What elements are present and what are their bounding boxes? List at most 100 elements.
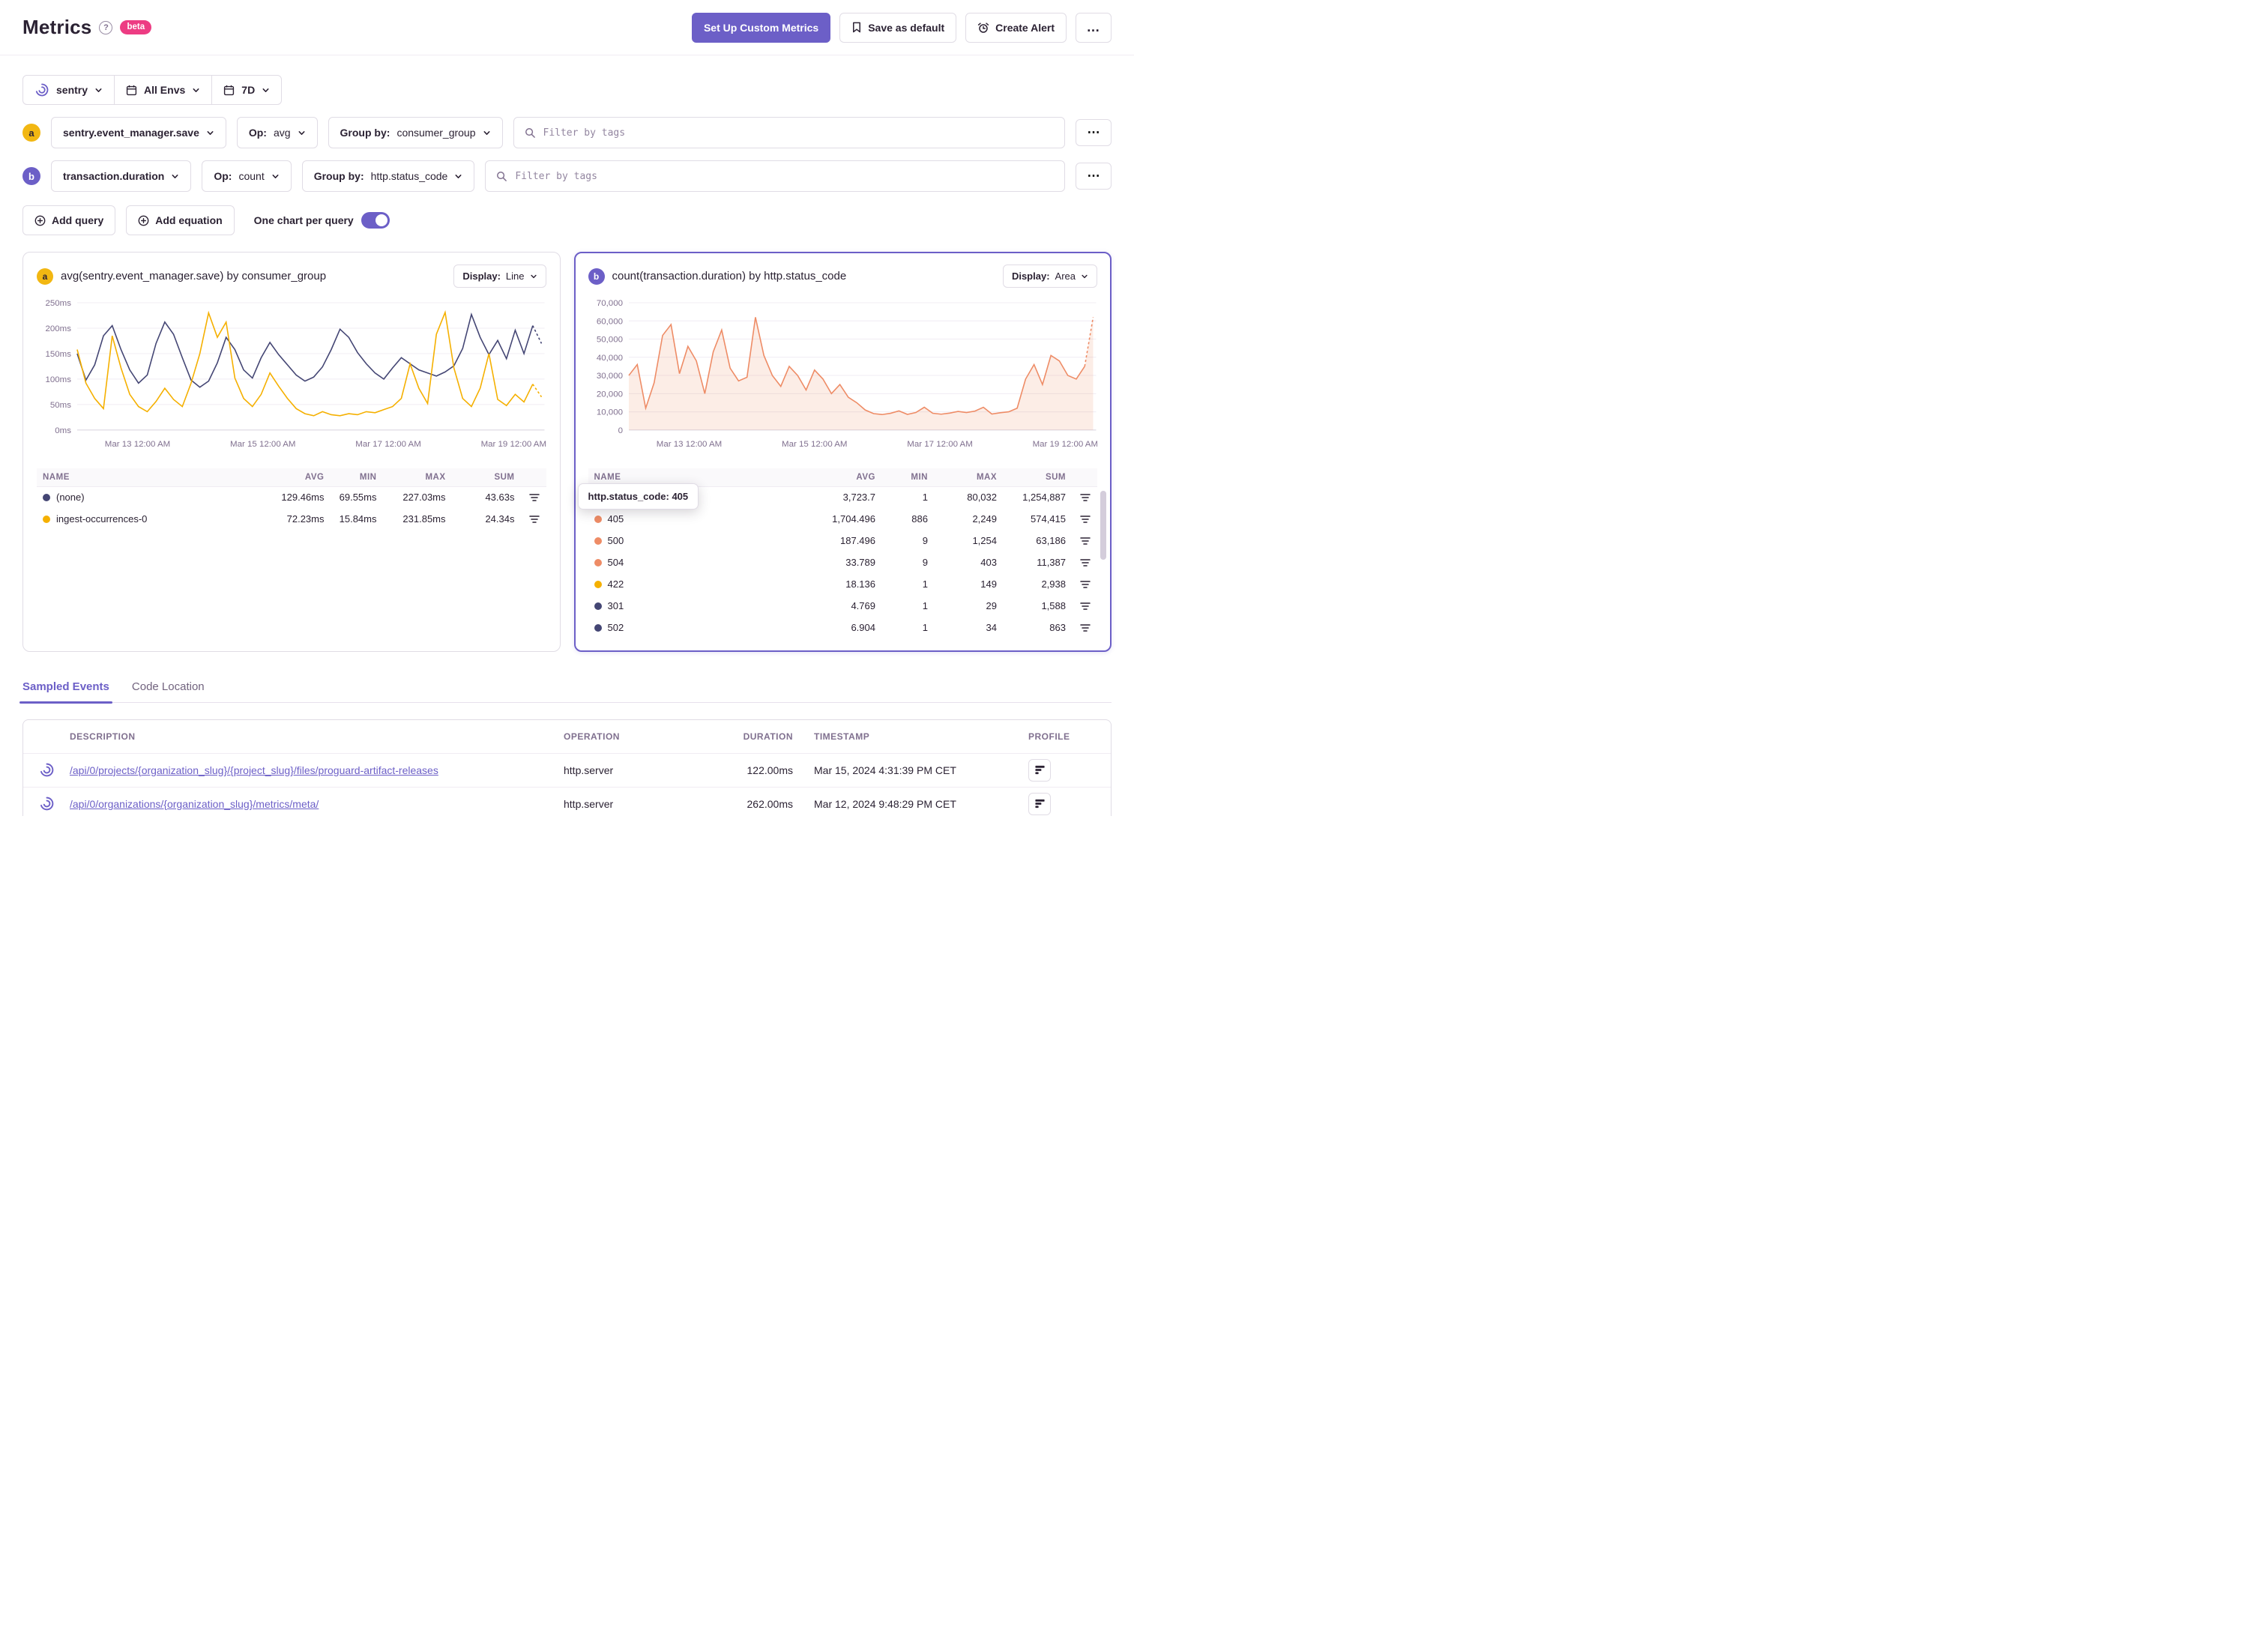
chevron-down-icon [171,172,179,181]
svg-text:Mar 13 12:00 AM: Mar 13 12:00 AM [656,440,721,449]
series-color-dot [594,623,602,632]
svg-text:0: 0 [618,426,622,435]
groupby-selector-b[interactable]: Group by: http.status_code [301,160,475,192]
query-badge-a: a [22,124,40,142]
series-avg: 6.904 [851,622,875,634]
display-selector-a[interactable]: Display: Line [453,265,546,288]
series-name: (none) [43,492,242,503]
metric-selector-a[interactable]: sentry.event_manager.save [51,117,226,148]
environment-selector[interactable]: All Envs [114,76,211,104]
series-sum: 63,186 [1036,535,1066,547]
help-icon[interactable]: ? [99,20,113,34]
svg-text:Mar 13 12:00 AM: Mar 13 12:00 AM [105,440,170,449]
query-more-button-a[interactable]: ⋯ [1076,119,1112,146]
series-max: 227.03ms [402,492,446,504]
sentry-logo-icon [40,797,53,811]
profile-button[interactable] [1028,792,1051,815]
row-options-icon[interactable] [528,492,540,504]
page-header: Metrics ? beta Set Up Custom Metrics Sav… [0,0,1134,55]
sampled-events-table: DESCRIPTION OPERATION DURATION TIMESTAMP… [22,719,1112,816]
add-equation-button[interactable]: Add equation [126,205,235,235]
query-more-button-b[interactable]: ⋯ [1076,163,1112,190]
series-row[interactable]: 502 6.904 1 34 863 [588,617,1098,639]
svg-text:Mar 19 12:00 AM: Mar 19 12:00 AM [481,440,546,449]
chevron-down-icon [483,129,491,137]
add-query-button[interactable]: Add query [22,205,116,235]
event-duration: 262.00ms [747,797,793,810]
table-scrollbar[interactable] [1100,490,1106,560]
series-row[interactable]: 422 18.136 1 149 2,938 [588,574,1098,596]
svg-text:0ms: 0ms [55,426,71,435]
metrics-page: Metrics ? beta Set Up Custom Metrics Sav… [0,0,1134,816]
series-row[interactable]: ingest-occurrences-0 72.23ms 15.84ms 231.85… [37,509,546,531]
area-chart-b[interactable]: 0 10,000 20,000 30,000 40,000 50,000 60,000 70,… [588,295,1097,459]
op-selector-b[interactable]: Op: count [202,160,292,192]
event-row[interactable]: /api/0/organizations/{organization_slug}… [23,786,1111,816]
event-row[interactable]: /api/0/projects/{organization_slug}/{pro… [23,752,1111,787]
page-title: Metrics [22,16,92,38]
row-options-icon[interactable] [1079,492,1091,504]
profile-button[interactable] [1028,758,1051,782]
tag-filter-b [485,160,1065,192]
row-options-icon[interactable] [1079,600,1091,612]
series-row[interactable]: 500 187.496 9 1,254 63,186 [588,531,1098,552]
series-min: 69.55ms [339,492,377,504]
tab-code-location[interactable]: Code Location [132,680,205,702]
display-selector-b[interactable]: Display: Area [1002,265,1097,288]
series-max: 34 [986,622,997,634]
header-more-button[interactable]: … [1076,12,1112,43]
metric-selector-b[interactable]: transaction.duration [51,160,192,192]
op-selector-a[interactable]: Op: avg [236,117,318,148]
series-avg: 3,723.7 [842,492,875,504]
tab-sampled-events[interactable]: Sampled Events [19,680,112,704]
profile-flamegraph-icon [1034,800,1045,809]
series-max: 2,249 [972,513,997,525]
event-timestamp: Mar 15, 2024 4:31:39 PM CET [814,764,956,776]
date-range-selector[interactable]: 7D [211,76,281,104]
row-options-icon[interactable] [1079,622,1091,634]
chart-panel-a[interactable]: a avg(sentry.event_manager.save) by cons… [22,252,561,652]
groupby-selector-a[interactable]: Group by: consumer_group [328,117,503,148]
svg-text:Mar 17 12:00 AM: Mar 17 12:00 AM [907,440,972,449]
bottom-tabs: Sampled Events Code Location [19,680,1112,704]
panel-title-b: count(transaction.duration) by http.stat… [612,270,847,282]
tag-filter-input-b[interactable] [515,170,1054,182]
panel-badge-b: b [588,268,605,285]
series-row[interactable]: 504 33.789 9 403 11,387 [588,552,1098,574]
series-min: 1 [922,492,928,504]
series-avg: 18.136 [845,578,875,590]
svg-text:20,000: 20,000 [596,390,622,399]
bookmark-icon [853,22,861,33]
chart-panel-b[interactable]: b count(transaction.duration) by http.st… [573,252,1112,652]
search-icon [497,171,507,181]
svg-text:100ms: 100ms [46,375,72,384]
row-options-icon[interactable] [1079,578,1091,590]
tag-filter-input-a[interactable] [543,127,1054,139]
svg-text:Mar 17 12:00 AM: Mar 17 12:00 AM [355,440,420,449]
series-row[interactable]: 405 1,704.496 886 2,249 574,415 [588,509,1098,531]
row-options-icon[interactable] [1079,557,1091,569]
save-as-default-button[interactable]: Save as default [839,12,957,43]
setup-custom-metrics-button[interactable]: Set Up Custom Metrics [691,12,831,43]
event-operation: http.server [564,764,614,776]
event-description-link[interactable]: /api/0/projects/{organization_slug}/{pro… [70,764,438,776]
alarm-icon [977,22,989,33]
project-selector[interactable]: sentry [23,76,114,104]
row-options-icon[interactable] [528,513,540,525]
row-options-icon[interactable] [1079,535,1091,547]
row-options-icon[interactable] [1079,513,1091,525]
tag-filter-a [513,117,1065,148]
chevron-down-icon [298,129,306,137]
event-timestamp: Mar 12, 2024 9:48:29 PM CET [814,797,956,810]
chevron-down-icon [94,86,103,94]
one-chart-per-query-toggle[interactable] [361,212,390,229]
line-chart-a[interactable]: 0ms 50ms 100ms 150ms 200ms 250ms Mar 13 12:00 … [37,295,547,459]
series-row[interactable]: (none) 129.46ms 69.55ms 227.03ms 43.63s [37,487,546,509]
query-actions: Add query Add equation One chart per que… [22,205,1112,235]
series-name: 500 [594,535,794,546]
series-row[interactable]: 301 4.769 1 29 1,588 [588,596,1098,617]
series-avg: 1,704.496 [832,513,875,525]
event-description-link[interactable]: /api/0/organizations/{organization_slug}… [70,798,319,810]
create-alert-button[interactable]: Create Alert [965,12,1067,43]
series-min: 1 [922,578,928,590]
